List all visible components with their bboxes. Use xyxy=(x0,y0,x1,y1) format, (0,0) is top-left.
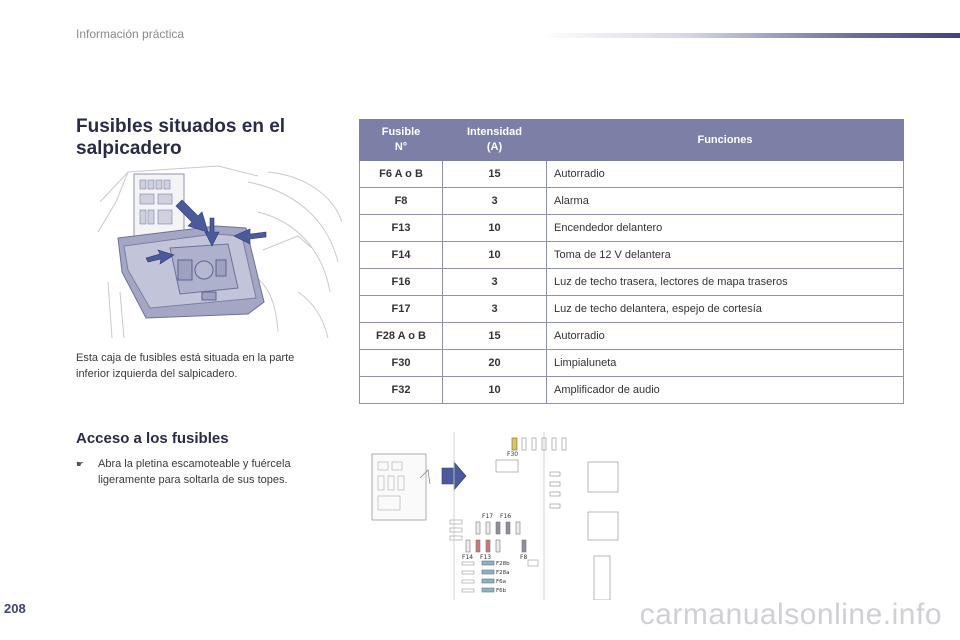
header-fuse-line-2: N° xyxy=(394,141,408,153)
label-f30: F30 xyxy=(507,451,518,458)
table-row: F13 10 Encendedor delantero xyxy=(359,214,904,242)
header-fuse: Fusible N° xyxy=(359,119,443,161)
table-row: F30 20 Limpialuneta xyxy=(359,349,904,377)
fuse-cell: F8 xyxy=(359,187,443,215)
access-heading: Acceso a los fusibles xyxy=(76,430,229,447)
function-cell: Luz de techo delantera, espejo de cortes… xyxy=(546,295,904,323)
label-f17: F17 xyxy=(482,513,493,520)
watermark: carmanualsonline.info xyxy=(639,598,942,631)
function-cell: Autorradio xyxy=(546,160,904,188)
instruction-text: Abra la pletina escamoteable y fuércela … xyxy=(98,456,291,488)
instruction-line-2: ligeramente para soltarla de sus topes. xyxy=(98,474,288,486)
fuse-table: Fusible N° Intensidad (A) Funciones F6 A… xyxy=(359,119,904,404)
label-f16: F16 xyxy=(500,513,511,520)
fuse-cell: F14 xyxy=(359,241,443,269)
amps-cell: 10 xyxy=(442,214,547,242)
header-fuse-line-1: Fusible xyxy=(381,126,421,138)
amps-cell: 3 xyxy=(442,187,547,215)
instruction-line-1: Abra la pletina escamoteable y fuércela xyxy=(98,458,291,470)
title-line-2: salpicadero xyxy=(76,138,182,159)
header-intensity-line-1: Intensidad xyxy=(466,126,522,138)
fuse-cell: F13 xyxy=(359,214,443,242)
fuse-cell: F6 A o B xyxy=(359,160,443,188)
label-f28a: F28a xyxy=(496,570,510,576)
function-cell: Encendedor delantero xyxy=(546,214,904,242)
amps-cell: 10 xyxy=(442,241,547,269)
label-f8: F8 xyxy=(520,554,527,561)
table-row: F8 3 Alarma xyxy=(359,187,904,215)
amps-cell: 3 xyxy=(442,268,547,296)
dashboard-fusebox-illustration xyxy=(98,165,342,339)
function-cell: Limpialuneta xyxy=(546,349,904,377)
access-instruction: ☛ Abra la pletina escamoteable y fuércel… xyxy=(76,456,336,488)
title-line-1: Fusibles situados en el xyxy=(76,116,286,137)
fuse-cell: F30 xyxy=(359,349,443,377)
header-gradient-bar xyxy=(540,33,960,38)
function-cell: Amplificador de audio xyxy=(546,376,904,404)
fusebox-diagram: F30 F17 F16 F14 F13 F8 F28b F28a F6a F6b xyxy=(371,432,619,600)
table-row: F17 3 Luz de techo delantera, espejo de … xyxy=(359,295,904,323)
page-title: Fusibles situados en el salpicadero xyxy=(76,116,285,160)
fuse-cell: F17 xyxy=(359,295,443,323)
label-f28b: F28b xyxy=(496,561,510,567)
label-f6b: F6b xyxy=(496,588,507,594)
table-row: F14 10 Toma de 12 V delantera xyxy=(359,241,904,269)
table-row: F6 A o B 15 Autorradio xyxy=(359,160,904,188)
table-row: F32 10 Amplificador de audio xyxy=(359,376,904,404)
amps-cell: 3 xyxy=(442,295,547,323)
function-cell: Luz de techo trasera, lectores de mapa t… xyxy=(546,268,904,296)
amps-cell: 20 xyxy=(442,349,547,377)
header-functions: Funciones xyxy=(546,119,904,161)
amps-cell: 15 xyxy=(442,322,547,350)
amps-cell: 15 xyxy=(442,160,547,188)
amps-cell: 10 xyxy=(442,376,547,404)
function-cell: Alarma xyxy=(546,187,904,215)
fuse-cell: F16 xyxy=(359,268,443,296)
pointing-hand-icon: ☛ xyxy=(76,459,85,469)
section-header: Información práctica xyxy=(76,27,185,41)
caption-line-2: inferior izquierda del salpicadero. xyxy=(76,368,238,380)
function-cell: Toma de 12 V delantera xyxy=(546,241,904,269)
label-f6a: F6a xyxy=(496,579,506,585)
location-caption: Esta caja de fusibles está situada en la… xyxy=(76,350,336,382)
table-row: F16 3 Luz de techo trasera, lectores de … xyxy=(359,268,904,296)
fuse-cell: F28 A o B xyxy=(359,322,443,350)
function-cell: Autorradio xyxy=(546,322,904,350)
table-row: F28 A o B 15 Autorradio xyxy=(359,322,904,350)
label-f13: F13 xyxy=(480,554,491,561)
header-intensity: Intensidad (A) xyxy=(442,119,547,161)
table-header-row: Fusible N° Intensidad (A) Funciones xyxy=(359,119,904,161)
header-intensity-line-2: (A) xyxy=(486,141,503,153)
caption-line-1: Esta caja de fusibles está situada en la… xyxy=(76,352,295,364)
fuse-cell: F32 xyxy=(359,376,443,404)
page-number: 208 xyxy=(4,601,26,616)
label-f14: F14 xyxy=(462,554,473,561)
